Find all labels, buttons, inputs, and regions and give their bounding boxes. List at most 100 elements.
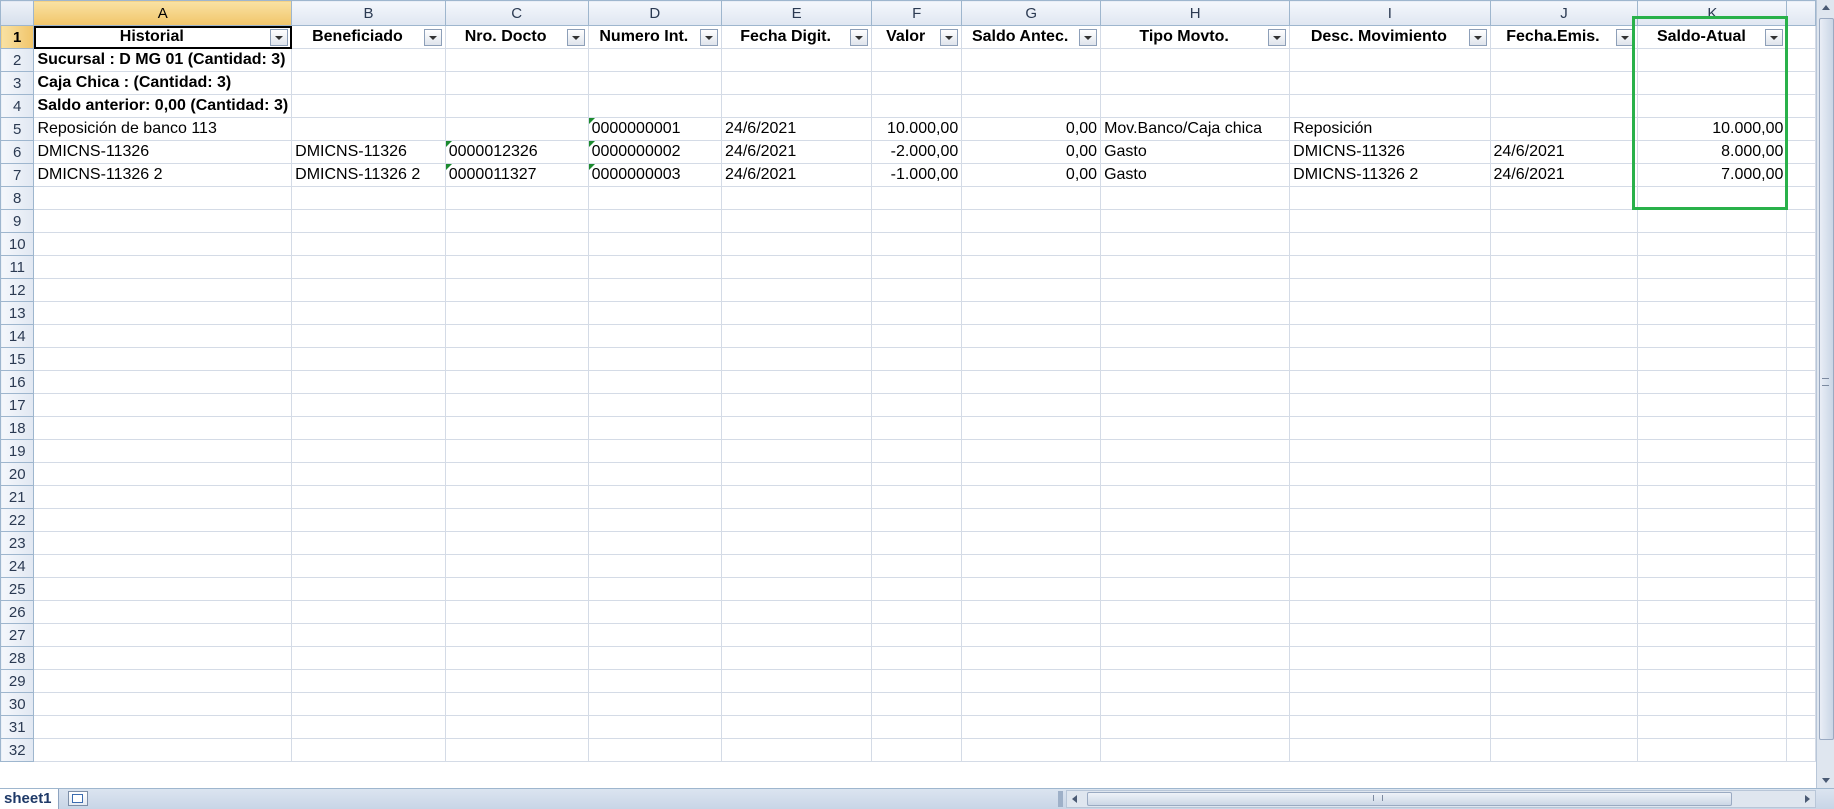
cell-h30[interactable] (1100, 692, 1291, 716)
insert-sheet-icon[interactable] (68, 791, 88, 806)
cell-j19[interactable] (1489, 439, 1639, 463)
cell-h2[interactable] (1100, 48, 1291, 72)
cell-k12[interactable] (1637, 278, 1788, 302)
cell-c32[interactable] (444, 738, 589, 762)
filter-dropdown-icon[interactable] (1616, 29, 1635, 46)
cell-h21[interactable] (1100, 485, 1291, 509)
cell-f32[interactable] (871, 738, 963, 762)
cell-h22[interactable] (1100, 508, 1291, 532)
cell-k3[interactable] (1637, 71, 1788, 95)
cell-e28[interactable] (721, 646, 873, 670)
cell-e17[interactable] (721, 393, 873, 417)
cell-h12[interactable] (1100, 278, 1291, 302)
cell-f4[interactable] (871, 94, 963, 118)
cell-b30[interactable] (291, 692, 446, 716)
cell-a20[interactable] (33, 462, 293, 486)
cell-b18[interactable] (291, 416, 446, 440)
cell-f2[interactable] (871, 48, 963, 72)
cell-j15[interactable] (1489, 347, 1639, 371)
cell-d25[interactable] (587, 577, 723, 601)
cell-b8[interactable] (291, 186, 446, 210)
cell-f27[interactable] (871, 623, 963, 647)
cell-h26[interactable] (1100, 600, 1291, 624)
cell-d26[interactable] (587, 600, 723, 624)
cell-g32[interactable] (961, 738, 1102, 762)
row-header[interactable]: 2 (0, 48, 35, 72)
cell-c27[interactable] (444, 623, 589, 647)
filter-dropdown-icon[interactable] (1468, 29, 1487, 46)
cell-f1[interactable]: Valor (871, 25, 963, 49)
row-header[interactable]: 30 (0, 692, 35, 716)
cell-b9[interactable] (291, 209, 446, 233)
cell-f15[interactable] (871, 347, 963, 371)
cell-i10[interactable] (1289, 232, 1491, 256)
cell-k4[interactable] (1637, 94, 1788, 118)
filter-dropdown-icon[interactable] (940, 29, 959, 46)
cell-g16[interactable] (961, 370, 1102, 394)
cell-h3[interactable] (1100, 71, 1291, 95)
cell-e22[interactable] (721, 508, 873, 532)
cell-b31[interactable] (291, 715, 446, 739)
cell-a19[interactable] (33, 439, 293, 463)
column-header-h[interactable]: H (1100, 0, 1291, 26)
cell-j1[interactable]: Fecha.Emis. (1489, 25, 1639, 49)
cell-k10[interactable] (1637, 232, 1788, 256)
cell-a8[interactable] (33, 186, 293, 210)
cell-a6[interactable]: DMICNS-11326 (33, 140, 293, 164)
cell-h13[interactable] (1100, 301, 1291, 325)
cell-a1[interactable]: Historial (33, 25, 293, 49)
cell-d31[interactable] (587, 715, 723, 739)
cell-h16[interactable] (1100, 370, 1291, 394)
cell-f19[interactable] (871, 439, 963, 463)
cell-j8[interactable] (1489, 186, 1639, 210)
cell-j3[interactable] (1489, 71, 1639, 95)
cell-j22[interactable] (1489, 508, 1639, 532)
cell-c21[interactable] (444, 485, 589, 509)
row-header[interactable]: 13 (0, 301, 35, 325)
filter-dropdown-icon[interactable] (1765, 29, 1784, 46)
column-header-b[interactable]: B (291, 0, 446, 26)
cell-i14[interactable] (1289, 324, 1491, 348)
cell-d19[interactable] (587, 439, 723, 463)
cell-b23[interactable] (291, 531, 446, 555)
cell-f14[interactable] (871, 324, 963, 348)
cell-b2[interactable] (291, 48, 446, 72)
cell-d1[interactable]: Numero Int. (587, 25, 723, 49)
row-header[interactable]: 32 (0, 738, 35, 762)
cell-c22[interactable] (444, 508, 589, 532)
cell-d24[interactable] (587, 554, 723, 578)
cell-e7[interactable]: 24/6/2021 (721, 163, 873, 187)
cell-d30[interactable] (587, 692, 723, 716)
cell-b27[interactable] (291, 623, 446, 647)
cell-c20[interactable] (444, 462, 589, 486)
cell-f5[interactable]: 10.000,00 (871, 117, 963, 141)
cell-k14[interactable] (1637, 324, 1788, 348)
sheet-tab-sheet1[interactable]: sheet1 (0, 789, 59, 809)
cell-b6[interactable]: DMICNS-11326 (291, 140, 446, 164)
cell-b24[interactable] (291, 554, 446, 578)
cell-j2[interactable] (1489, 48, 1639, 72)
cell-b28[interactable] (291, 646, 446, 670)
cell-j17[interactable] (1489, 393, 1639, 417)
filter-dropdown-icon[interactable] (1268, 29, 1287, 46)
cell-g8[interactable] (961, 186, 1102, 210)
cell-g20[interactable] (961, 462, 1102, 486)
row-header[interactable]: 11 (0, 255, 35, 279)
cell-h20[interactable] (1100, 462, 1291, 486)
column-header-d[interactable]: D (587, 0, 723, 26)
row-header[interactable]: 14 (0, 324, 35, 348)
cell-d8[interactable] (587, 186, 723, 210)
cell-k28[interactable] (1637, 646, 1788, 670)
cell-j31[interactable] (1489, 715, 1639, 739)
cell-g28[interactable] (961, 646, 1102, 670)
cell-b19[interactable] (291, 439, 446, 463)
cell-b10[interactable] (291, 232, 446, 256)
cell-h15[interactable] (1100, 347, 1291, 371)
cell-k24[interactable] (1637, 554, 1788, 578)
cell-i26[interactable] (1289, 600, 1491, 624)
row-header[interactable]: 12 (0, 278, 35, 302)
cell-k7[interactable]: 7.000,00 (1637, 163, 1788, 187)
cell-e5[interactable]: 24/6/2021 (721, 117, 873, 141)
cell-g24[interactable] (961, 554, 1102, 578)
cell-j29[interactable] (1489, 669, 1639, 693)
